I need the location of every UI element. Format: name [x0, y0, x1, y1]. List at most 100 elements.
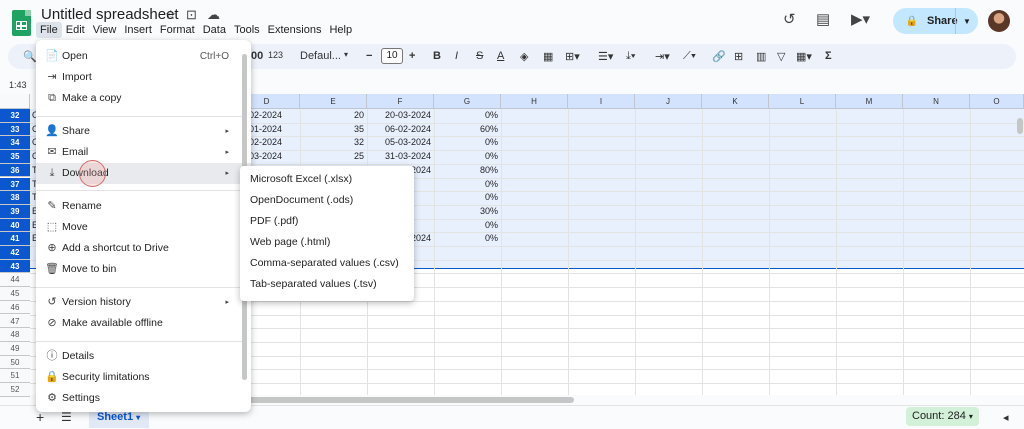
star-icon[interactable]: ☆ [165, 7, 177, 23]
menu-item-download[interactable]: ⤓ Download ▸ [36, 163, 251, 184]
download-tsv[interactable]: Tab-separated values (.tsv) [240, 274, 414, 295]
cell-progress[interactable]: 0% [436, 219, 498, 232]
row-header[interactable]: 51 [0, 369, 30, 383]
merge-cells-icon[interactable]: ⊞▾ [565, 50, 580, 63]
menu-item-details[interactable]: ⓘ Details [36, 346, 251, 367]
menu-item-import[interactable]: ⇥ Import [36, 67, 251, 88]
cell-progress[interactable]: 0% [436, 232, 498, 245]
cell-progress[interactable]: 0% [436, 150, 498, 163]
menu-item-add-a-shortcut-to-drive[interactable]: ⊕ Add a shortcut to Drive [36, 238, 251, 259]
fill-color-icon[interactable]: ◈ [520, 50, 528, 63]
cell-progress[interactable]: 60% [436, 123, 498, 136]
decimal-increase-button[interactable]: 00 [251, 50, 263, 62]
all-sheets-icon[interactable]: ☰ [61, 410, 72, 424]
history-icon[interactable]: ↺ [783, 10, 796, 28]
cell-date-end[interactable]: 31-03-2024 [369, 150, 431, 163]
menu-item-rename[interactable]: ✎ Rename [36, 196, 251, 217]
more-formats-button[interactable]: 123 [268, 50, 283, 60]
row-header[interactable]: 50 [0, 355, 30, 370]
row-header[interactable]: 33 [0, 122, 30, 137]
download-html[interactable]: Web page (.html) [240, 232, 414, 253]
download-ods[interactable]: OpenDocument (.ods) [240, 190, 414, 211]
move-folder-icon[interactable]: ⊡ [186, 7, 197, 23]
text-wrap-icon[interactable]: ⇥▾ [655, 50, 670, 63]
font-size-decrease-button[interactable]: − [366, 50, 372, 62]
row-header[interactable]: 38 [0, 191, 30, 205]
cell-progress[interactable]: 0% [436, 109, 498, 122]
row-header[interactable]: 32 [0, 109, 30, 123]
menu-insert[interactable]: Insert [120, 22, 156, 38]
row-header[interactable]: 43 [0, 259, 30, 274]
row-header[interactable]: 34 [0, 136, 30, 151]
cell-progress[interactable]: 0% [436, 191, 498, 204]
explore-icon[interactable]: ◂ [1003, 411, 1009, 424]
cell-duration[interactable]: 25 [302, 150, 364, 163]
row-header[interactable]: 45 [0, 287, 30, 301]
chart-icon[interactable]: ▥ [756, 50, 766, 63]
menu-item-settings[interactable]: ⚙ Settings [36, 388, 251, 409]
column-header[interactable]: K [702, 94, 769, 109]
cloud-status-icon[interactable]: ☁ [207, 7, 220, 23]
borders-icon[interactable]: ▦ [543, 50, 553, 63]
italic-button[interactable]: I [455, 50, 458, 62]
menu-data[interactable]: Data [199, 22, 230, 38]
column-header[interactable]: E [300, 94, 367, 109]
select-all-corner[interactable] [0, 94, 30, 109]
download-csv[interactable]: Comma-separated values (.csv) [240, 253, 414, 274]
menu-item-move-to-bin[interactable]: 🗑 Move to bin [36, 259, 251, 280]
chevron-down-icon[interactable]: ▼ [957, 17, 977, 26]
cell-progress[interactable]: 0% [436, 178, 498, 191]
link-icon[interactable]: 🔗 [712, 50, 726, 63]
column-header[interactable]: I [568, 94, 635, 109]
functions-button[interactable]: Σ [825, 50, 832, 62]
cell-date-end[interactable]: 06-02-2024 [369, 123, 431, 136]
filter-views-icon[interactable]: ▦▾ [796, 50, 812, 63]
column-header[interactable]: N [903, 94, 970, 109]
cell-date-end[interactable]: 20-03-2024 [369, 109, 431, 122]
menu-item-version-history[interactable]: ↺ Version history ▸ [36, 292, 251, 313]
row-header[interactable]: 52 [0, 383, 30, 397]
row-header[interactable]: 48 [0, 328, 30, 342]
chevron-down-icon[interactable]: ▾ [136, 413, 140, 422]
text-color-button[interactable]: A [497, 50, 504, 62]
menu-item-make-available-offline[interactable]: ⊘ Make available offline [36, 313, 251, 334]
strikethrough-button[interactable]: S [476, 50, 483, 62]
name-box[interactable]: 1:43 [9, 80, 27, 90]
row-header[interactable]: 37 [0, 177, 30, 192]
cell-duration[interactable]: 20 [302, 109, 364, 122]
menu-help[interactable]: Help [325, 22, 356, 38]
font-size-increase-button[interactable]: + [409, 50, 415, 62]
document-title[interactable]: Untitled spreadsheet [41, 6, 179, 23]
font-size-input[interactable]: 10 [381, 48, 403, 64]
avatar[interactable] [988, 10, 1010, 32]
menu-edit[interactable]: Edit [62, 22, 89, 38]
row-header[interactable]: 36 [0, 163, 30, 178]
horizontal-scrollbar[interactable] [238, 397, 574, 403]
sheets-logo-icon[interactable] [12, 10, 31, 36]
cell-progress[interactable]: 80% [436, 164, 498, 177]
column-header[interactable]: L [769, 94, 836, 109]
download-xlsx[interactable]: Microsoft Excel (.xlsx) [240, 169, 414, 190]
filter-icon[interactable]: ▽ [777, 50, 785, 63]
share-button[interactable]: 🔒 Share ▼ [893, 8, 978, 34]
menu-view[interactable]: View [89, 22, 121, 38]
text-rotation-icon[interactable]: ⟋▾ [683, 50, 696, 63]
row-header[interactable]: 41 [0, 232, 30, 246]
meet-icon[interactable]: ▶▾ [851, 10, 870, 28]
menu-item-move[interactable]: ⬚ Move [36, 217, 251, 238]
column-header[interactable]: H [501, 94, 568, 109]
row-header[interactable]: 44 [0, 273, 30, 288]
row-header[interactable]: 42 [0, 246, 30, 260]
menu-item-security-limitations[interactable]: 🔒 Security limitations [36, 367, 251, 388]
comment-icon[interactable]: ⊞ [734, 50, 743, 63]
menu-tools[interactable]: Tools [230, 22, 264, 38]
menu-item-share[interactable]: 👤 Share ▸ [36, 121, 251, 142]
chevron-down-icon[interactable]: ▾ [969, 412, 973, 421]
menu-item-email[interactable]: ✉ Email ▸ [36, 142, 251, 163]
row-header[interactable]: 46 [0, 300, 30, 315]
row-header[interactable]: 35 [0, 150, 30, 164]
menu-extensions[interactable]: Extensions [264, 22, 326, 38]
cell-duration[interactable]: 35 [302, 123, 364, 136]
row-header[interactable]: 40 [0, 218, 30, 233]
column-header[interactable]: J [635, 94, 702, 109]
